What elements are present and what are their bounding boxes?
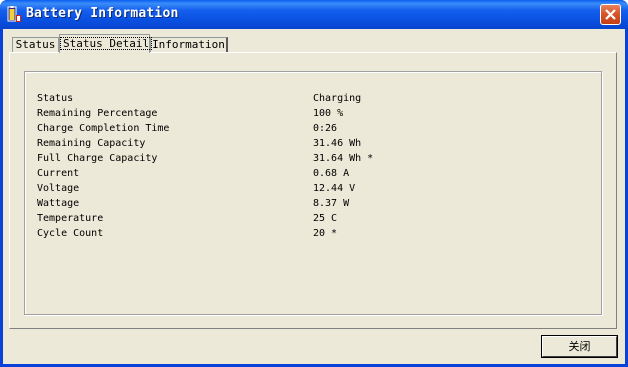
status-detail-panel: Status Charging Remaining Percentage 100… [9, 52, 617, 329]
detail-label-cycle-count: Cycle Count [37, 228, 104, 239]
detail-value-cycle-count: 20 * [313, 228, 338, 239]
close-dialog-button[interactable]: 关闭 [541, 335, 618, 358]
detail-value-current: 0.68 A [313, 168, 350, 179]
details-group-box: Status Charging Remaining Percentage 100… [24, 71, 602, 315]
tab-status[interactable]: Status [12, 37, 59, 52]
title-bar[interactable]: Battery Information [0, 0, 628, 29]
detail-label-current: Current [37, 168, 80, 179]
detail-label-charge-completion-time: Charge Completion Time [37, 123, 170, 134]
tab-status-label: Status [15, 38, 56, 51]
tab-status-detail[interactable]: Status Detail [59, 34, 153, 53]
detail-label-remaining-percentage: Remaining Percentage [37, 108, 158, 119]
battery-icon [7, 6, 21, 22]
detail-value-charge-completion-time: 0:26 [313, 123, 338, 134]
battery-information-window: Battery Information Status Status Detail… [0, 0, 628, 367]
detail-label-status: Status [37, 93, 74, 104]
detail-label-wattage: Wattage [37, 198, 80, 209]
tab-information-label: Information [152, 38, 225, 51]
detail-value-voltage: 12.44 V [313, 183, 356, 194]
detail-label-full-charge-capacity: Full Charge Capacity [37, 153, 158, 164]
tab-information[interactable]: Information [150, 37, 228, 52]
dialog-body: Status Status Detail Information Status … [3, 29, 625, 364]
detail-label-temperature: Temperature [37, 213, 104, 224]
detail-label-voltage: Voltage [37, 183, 80, 194]
detail-value-temperature: 25 C [313, 213, 338, 224]
window-title: Battery Information [26, 6, 179, 21]
detail-label-remaining-capacity: Remaining Capacity [37, 138, 146, 149]
detail-value-remaining-capacity: 31.46 Wh [313, 138, 362, 149]
detail-value-wattage: 8.37 W [313, 198, 350, 209]
close-icon [605, 9, 616, 20]
detail-value-remaining-percentage: 100 % [313, 108, 344, 119]
tab-status-detail-label: Status Detail [60, 37, 153, 50]
detail-value-status: Charging [313, 93, 362, 104]
close-button[interactable] [600, 4, 621, 25]
detail-value-full-charge-capacity: 31.64 Wh * [313, 153, 374, 164]
